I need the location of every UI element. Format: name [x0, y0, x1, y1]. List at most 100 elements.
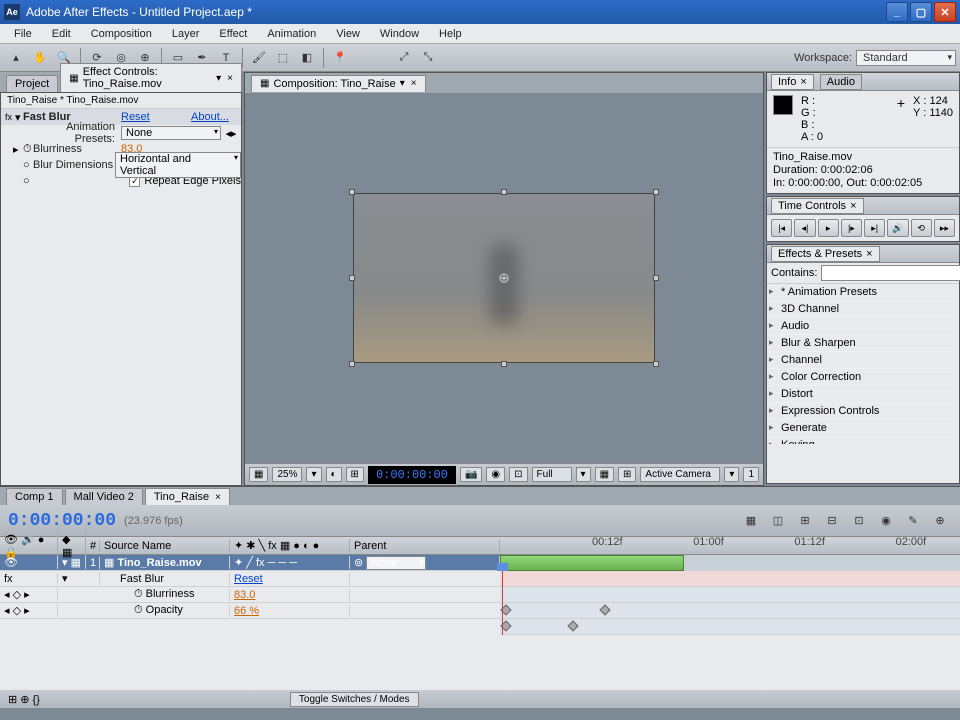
close-icon[interactable]: ×	[850, 200, 856, 212]
keyframe-icon[interactable]	[567, 620, 578, 631]
tl-icon[interactable]: ▦	[740, 510, 762, 532]
layer-row[interactable]: 👁 ▾ ▦ 1 ▦ Tino_Raise.mov ✦ ╱ fx ─ ─ ─ ⊚ …	[0, 555, 500, 571]
preset-folder[interactable]: Channel	[767, 352, 959, 369]
next-frame-button[interactable]: |▸	[841, 219, 862, 237]
menu-composition[interactable]: Composition	[81, 26, 162, 42]
ram-preview-button[interactable]: ▸▸	[934, 219, 955, 237]
blurdim-select[interactable]: Horizontal and Vertical	[115, 152, 241, 178]
last-frame-button[interactable]: ▸|	[864, 219, 885, 237]
axis2-icon[interactable]: ⤡	[417, 47, 439, 69]
close-icon[interactable]: ×	[215, 492, 221, 503]
menu-animation[interactable]: Animation	[257, 26, 326, 42]
minimize-button[interactable]: _	[886, 2, 908, 22]
dropdown-icon[interactable]: ▾	[724, 467, 739, 482]
fx-icon[interactable]: fx	[5, 112, 15, 122]
res-icon[interactable]: ⊞	[346, 467, 364, 482]
preset-folder[interactable]: Expression Controls	[767, 403, 959, 420]
tl-icon[interactable]: ⊡	[848, 510, 870, 532]
menu-window[interactable]: Window	[370, 26, 429, 42]
layer-bounds[interactable]: ⊕	[353, 193, 655, 363]
selection-icon[interactable]: ▴	[5, 47, 27, 69]
dropdown-icon[interactable]: ▾	[576, 467, 591, 482]
brush-icon[interactable]: 🖌	[248, 47, 270, 69]
loop-button[interactable]: ⟲	[911, 219, 932, 237]
reset-link[interactable]: Reset	[121, 111, 191, 123]
preset-folder[interactable]: * Animation Presets	[767, 284, 959, 301]
view-icon[interactable]: ⊞	[618, 467, 636, 482]
work-area[interactable]	[500, 555, 684, 571]
camera-select[interactable]: Active Camera	[640, 467, 720, 482]
preset-folder[interactable]: Blur & Sharpen	[767, 335, 959, 352]
play-button[interactable]: ▸	[818, 219, 839, 237]
keyframe-track[interactable]	[500, 603, 960, 619]
preset-folder[interactable]: Generate	[767, 420, 959, 437]
close-button[interactable]: ✕	[934, 2, 956, 22]
tl-icon[interactable]: ⊟	[821, 510, 843, 532]
keyframe-track[interactable]	[500, 619, 960, 635]
contains-input[interactable]	[821, 265, 960, 281]
layer-bar-track[interactable]	[500, 571, 960, 587]
menu-layer[interactable]: Layer	[162, 26, 210, 42]
menu-help[interactable]: Help	[429, 26, 472, 42]
menu-edit[interactable]: Edit	[42, 26, 81, 42]
expand-icon[interactable]: ⊞ ⊕ {}	[8, 693, 40, 706]
tl-icon[interactable]: ◉	[875, 510, 897, 532]
show-icon[interactable]: ◉	[486, 467, 505, 482]
effect-prop-row[interactable]: ◂ ◇ ▸ ⏱ Blurriness 83.0	[0, 587, 500, 603]
composition-viewer[interactable]: ⊕	[245, 93, 763, 463]
views-icon[interactable]: 1	[743, 467, 759, 482]
view-icon[interactable]: ▦	[595, 467, 614, 482]
handle-icon[interactable]	[653, 275, 659, 281]
tab-time-controls[interactable]: Time Controls×	[771, 198, 864, 214]
track-row[interactable]	[500, 587, 960, 603]
preset-folder[interactable]: Keying	[767, 437, 959, 444]
effect-prop-row[interactable]: fx ▾ Fast Blur Reset	[0, 571, 500, 587]
puppet-icon[interactable]: 📍	[329, 47, 351, 69]
stopwatch-icon[interactable]: ○	[23, 159, 33, 171]
channel-icon[interactable]: ◐	[326, 467, 342, 482]
menu-file[interactable]: File	[4, 26, 42, 42]
handle-icon[interactable]	[653, 361, 659, 367]
keyframe-icon[interactable]	[600, 604, 611, 615]
tab-audio[interactable]: Audio	[820, 74, 862, 90]
tab-project[interactable]: Project	[6, 75, 58, 92]
handle-icon[interactable]	[349, 361, 355, 367]
handle-icon[interactable]	[501, 361, 507, 367]
time-ruler[interactable]: 00:12f 01:00f 01:12f 02:00f	[500, 537, 960, 555]
close-icon[interactable]: ×	[227, 73, 233, 84]
disclosure-icon[interactable]: ▸	[13, 143, 23, 156]
stopwatch-icon[interactable]: ○	[23, 175, 33, 187]
about-link[interactable]: About...	[191, 111, 241, 123]
audio-button[interactable]: 🔊	[887, 219, 908, 237]
tl-icon[interactable]: ⊞	[794, 510, 816, 532]
resolution-select[interactable]: Full	[532, 467, 572, 482]
handle-icon[interactable]	[349, 275, 355, 281]
preset-list[interactable]: * Animation Presets 3D Channel Audio Blu…	[767, 284, 959, 444]
axis-icon[interactable]: ⤢	[393, 47, 415, 69]
preset-folder[interactable]: 3D Channel	[767, 301, 959, 318]
nav-arrows-icon[interactable]: ◂▸	[221, 127, 241, 140]
tab-comp1[interactable]: Comp 1	[6, 488, 63, 505]
zoom-select[interactable]: 25%	[272, 467, 302, 482]
current-time[interactable]: 0:00:00:00	[8, 511, 116, 531]
work-area-bar[interactable]	[500, 555, 960, 571]
presets-select[interactable]: None	[121, 126, 221, 140]
close-icon[interactable]: ×	[800, 76, 806, 88]
snapshot-icon[interactable]: 📷	[460, 467, 482, 482]
handle-icon[interactable]	[349, 189, 355, 195]
stopwatch-icon[interactable]: ⏱	[23, 143, 33, 156]
tab-mallvideo2[interactable]: Mall Video 2	[65, 488, 143, 505]
maximize-button[interactable]: ▢	[910, 2, 932, 22]
preset-folder[interactable]: Color Correction	[767, 369, 959, 386]
playhead[interactable]	[502, 571, 503, 635]
prev-frame-button[interactable]: ◂|	[794, 219, 815, 237]
handle-icon[interactable]	[653, 189, 659, 195]
tl-icon[interactable]: ⊕	[929, 510, 951, 532]
disclosure-icon[interactable]: ▾	[15, 111, 23, 124]
tab-effect-controls[interactable]: ▦ Effect Controls: Tino_Raise.mov ▾ ×	[60, 63, 242, 92]
dropdown-icon[interactable]: ▾	[306, 467, 321, 482]
menu-effect[interactable]: Effect	[209, 26, 257, 42]
effect-prop-row[interactable]: ◂ ◇ ▸ ⏱ Opacity 66 %	[0, 603, 500, 619]
workspace-select[interactable]: Standard	[856, 50, 956, 66]
close-icon[interactable]: ×	[866, 248, 872, 260]
